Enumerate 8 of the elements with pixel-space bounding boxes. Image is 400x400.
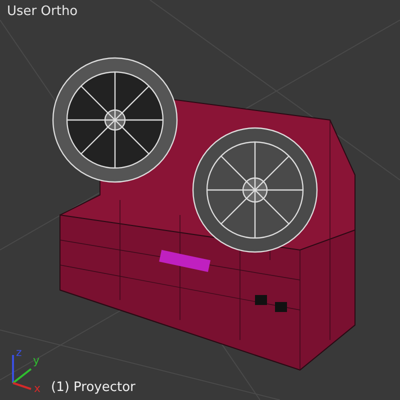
view-label: User Ortho xyxy=(7,3,78,21)
z-axis-line xyxy=(12,355,14,383)
axis-label: y xyxy=(33,354,40,367)
axis-label: x xyxy=(34,382,41,395)
x-axis-line xyxy=(12,382,32,390)
object-label: (1) Proyector xyxy=(51,379,136,397)
axis-label: z xyxy=(16,346,22,359)
y-axis-line xyxy=(12,368,32,384)
